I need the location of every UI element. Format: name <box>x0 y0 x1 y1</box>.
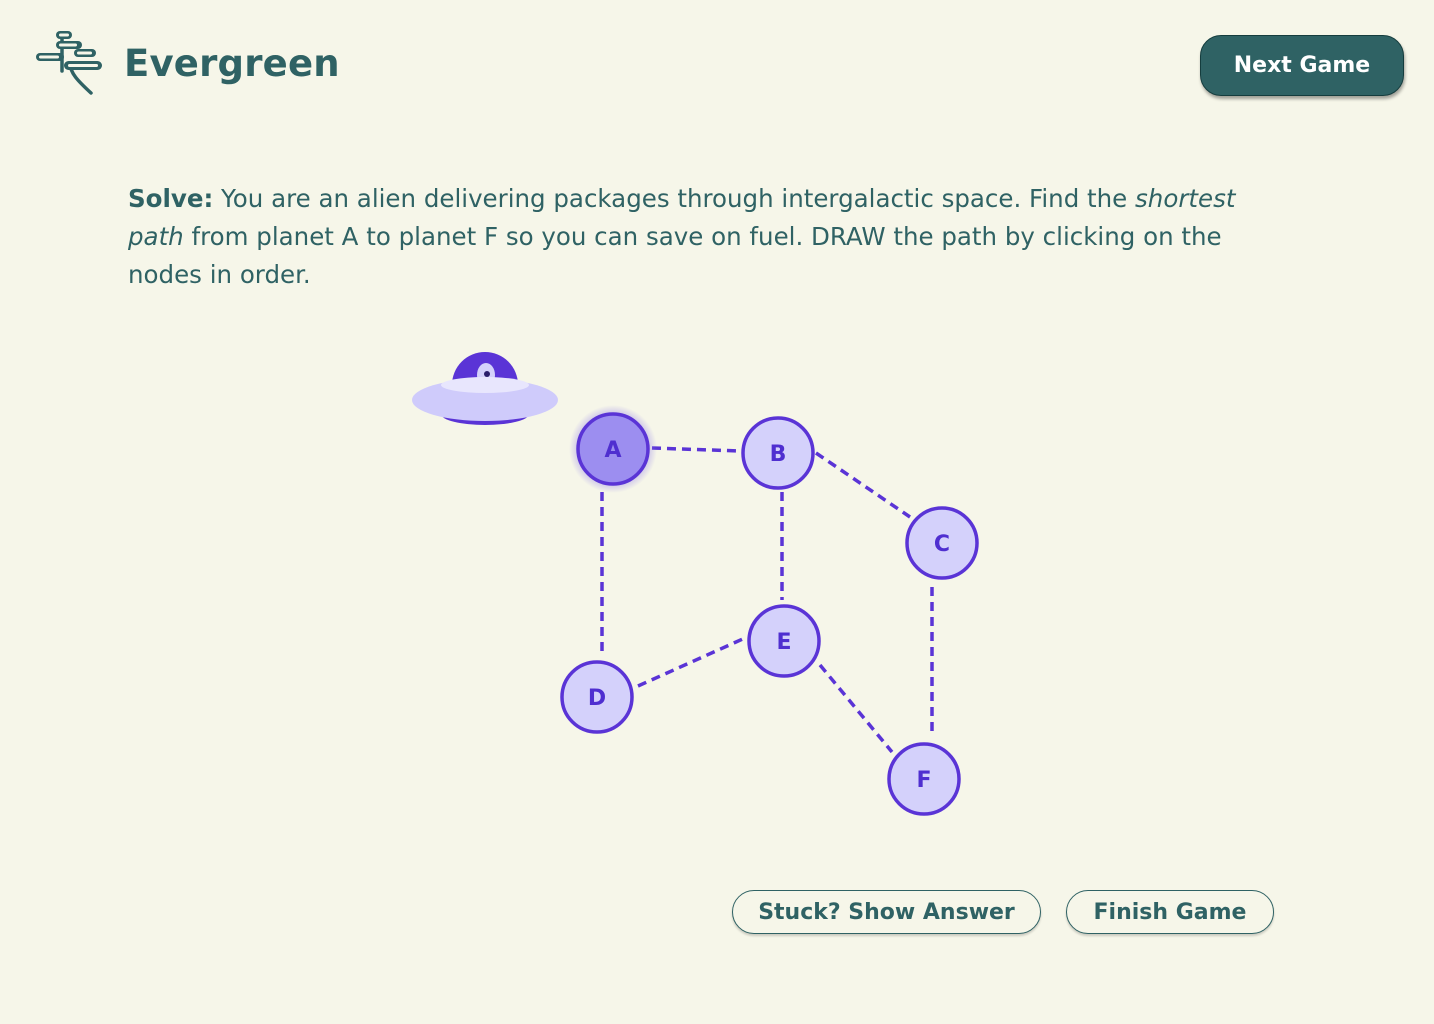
node-c[interactable]: C <box>905 506 979 580</box>
edge-b-c <box>815 451 911 519</box>
node-f-label: F <box>916 768 931 793</box>
node-b[interactable]: B <box>741 416 815 490</box>
node-a-label: A <box>604 438 621 463</box>
node-d-label: D <box>588 686 606 711</box>
node-c-label: C <box>934 532 950 557</box>
edge-a-b <box>651 446 741 453</box>
node-a[interactable]: A <box>569 405 657 493</box>
show-answer-button[interactable]: Stuck? Show Answer <box>732 890 1041 934</box>
finish-game-button[interactable]: Finish Game <box>1066 890 1274 934</box>
node-e-label: E <box>776 630 791 655</box>
node-b-label: B <box>770 442 787 467</box>
node-d[interactable]: D <box>560 660 634 734</box>
edge-e-f <box>818 663 894 754</box>
planet-graph: A B C D E F <box>412 352 979 816</box>
node-e[interactable]: E <box>747 604 821 678</box>
node-f[interactable]: F <box>887 742 961 816</box>
edge-d-e <box>637 636 746 688</box>
ufo-alien-icon <box>412 352 558 425</box>
